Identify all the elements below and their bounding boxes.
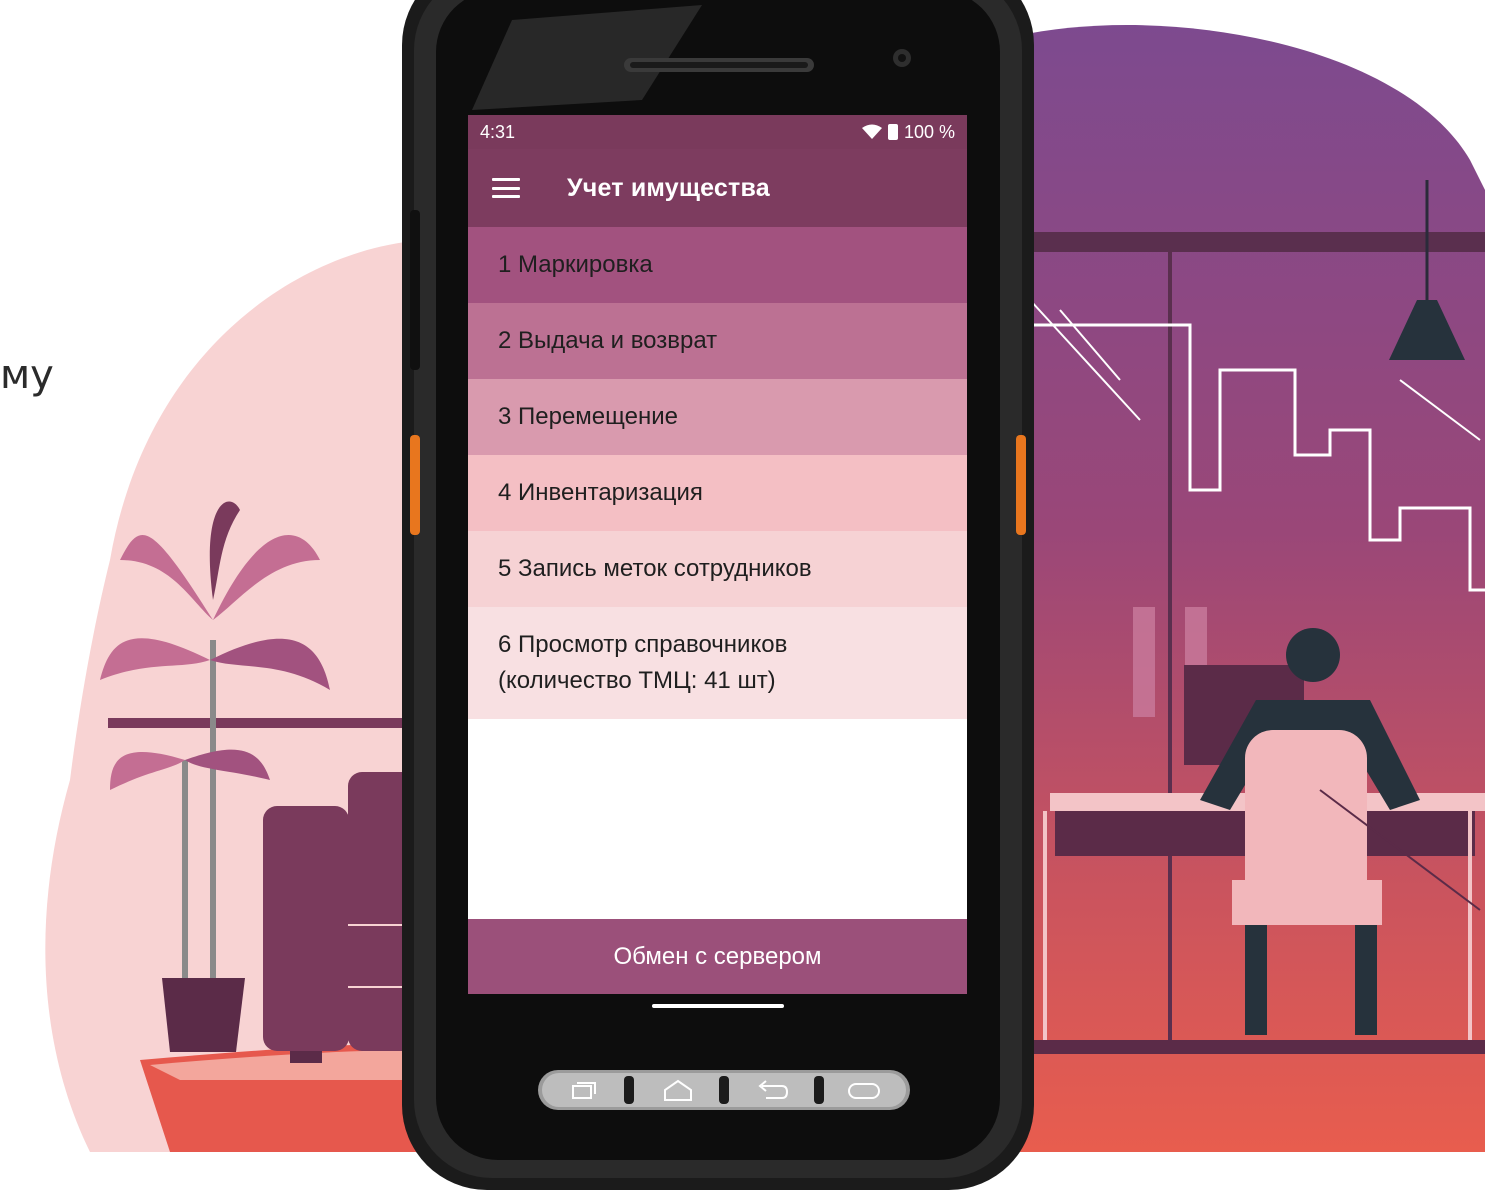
menu-item-transfer[interactable]: 3 Перемещение (468, 379, 967, 455)
main-menu: 1 Маркировка 2 Выдача и возврат 3 Переме… (468, 227, 967, 719)
menu-item-marking[interactable]: 1 Маркировка (468, 227, 967, 303)
battery-level: 100 % (903, 121, 955, 142)
recent-apps-icon[interactable] (568, 1080, 598, 1102)
menu-item-label: 5 Запись меток сотрудников (498, 555, 812, 582)
menu-item-inventory[interactable]: 4 Инвентаризация (468, 455, 967, 531)
phone-screen: 4:31 100 % Учет имущества 1 Маркировка 2… (468, 115, 967, 994)
app-bar: Учет имущества (468, 149, 967, 227)
menu-item-label: 1 Маркировка (498, 251, 653, 278)
background-caption-fragment: му (0, 352, 54, 398)
gesture-home-indicator[interactable] (652, 1004, 784, 1008)
menu-item-label: 2 Выдача и возврат (498, 327, 718, 354)
scan-icon[interactable] (846, 1080, 882, 1102)
battery-icon (887, 124, 898, 140)
menu-item-directories[interactable]: 6 Просмотр справочников (количество ТМЦ:… (468, 607, 967, 719)
server-sync-button[interactable]: Обмен с сервером (468, 919, 967, 994)
menu-item-employee-tags[interactable]: 5 Запись меток сотрудников (468, 531, 967, 607)
wifi-icon (861, 124, 882, 139)
status-bar: 4:31 100 % (468, 115, 967, 149)
app-title: Учет имущества (567, 173, 770, 202)
menu-item-label: 4 Инвентаризация (498, 479, 703, 506)
status-time: 4:31 (480, 121, 516, 142)
home-icon[interactable] (662, 1078, 694, 1104)
status-right: 100 % (861, 121, 955, 143)
purple-blob (990, 25, 1485, 1152)
menu-item-issue-return[interactable]: 2 Выдача и возврат (468, 303, 967, 379)
hamburger-menu-icon[interactable] (492, 178, 520, 198)
menu-item-label: 3 Перемещение (498, 403, 678, 430)
back-icon[interactable] (756, 1078, 790, 1104)
menu-item-label: 6 Просмотр справочников (количество ТМЦ:… (498, 631, 788, 694)
